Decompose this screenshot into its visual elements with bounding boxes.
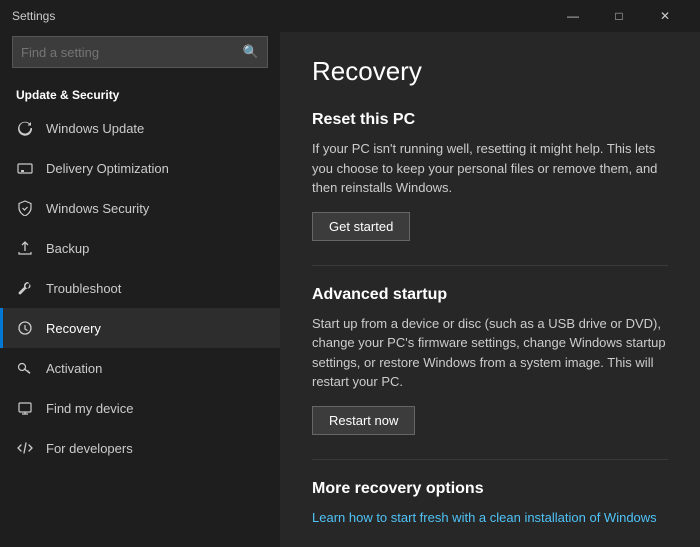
upload-icon [16,239,34,257]
sidebar-item-delivery-optimization[interactable]: Delivery Optimization [0,148,280,188]
window-controls: — □ ✕ [550,0,688,32]
sidebar-item-troubleshoot[interactable]: Troubleshoot [0,268,280,308]
sidebar-item-windows-security[interactable]: Windows Security [0,188,280,228]
section-label: Update & Security [0,80,280,108]
sidebar-item-label: Find my device [46,401,133,416]
sidebar-item-label: Troubleshoot [46,281,121,296]
app-body: 🔍 Update & Security Windows Update Deliv… [0,32,700,547]
search-input[interactable] [21,45,243,60]
sidebar-item-label: Activation [46,361,102,376]
recovery-icon [16,319,34,337]
sidebar: 🔍 Update & Security Windows Update Deliv… [0,32,280,547]
reset-section: Reset this PC If your PC isn't running w… [312,111,668,265]
dev-icon [16,439,34,457]
content-area: Recovery Reset this PC If your PC isn't … [280,32,700,547]
maximize-button[interactable]: □ [596,0,642,32]
sidebar-item-recovery[interactable]: Recovery [0,308,280,348]
sidebar-item-label: Backup [46,241,89,256]
sidebar-item-windows-update[interactable]: Windows Update [0,108,280,148]
delivery-icon [16,159,34,177]
sidebar-item-find-my-device[interactable]: Find my device [0,388,280,428]
sidebar-item-label: For developers [46,441,133,456]
minimize-button[interactable]: — [550,0,596,32]
reset-section-desc: If your PC isn't running well, resetting… [312,139,668,198]
sidebar-item-label: Windows Security [46,201,149,216]
divider-2 [312,459,668,460]
sidebar-item-label: Recovery [46,321,101,336]
reset-section-title: Reset this PC [312,111,668,129]
get-started-button[interactable]: Get started [312,212,410,241]
shield-icon [16,199,34,217]
device-icon [16,399,34,417]
refresh-icon [16,119,34,137]
key-icon [16,359,34,377]
divider-1 [312,265,668,266]
sidebar-item-label: Delivery Optimization [46,161,169,176]
app-title: Settings [12,9,55,23]
sidebar-item-activation[interactable]: Activation [0,348,280,388]
close-button[interactable]: ✕ [642,0,688,32]
sidebar-item-for-developers[interactable]: For developers [0,428,280,468]
sidebar-item-backup[interactable]: Backup [0,228,280,268]
more-options-section: More recovery options Learn how to start… [312,480,668,525]
clean-install-link[interactable]: Learn how to start fresh with a clean in… [312,510,668,525]
restart-now-button[interactable]: Restart now [312,406,415,435]
advanced-startup-desc: Start up from a device or disc (such as … [312,314,668,392]
search-box[interactable]: 🔍 [12,36,268,68]
search-icon: 🔍 [243,44,259,60]
title-bar: Settings — □ ✕ [0,0,700,32]
advanced-startup-section: Advanced startup Start up from a device … [312,286,668,459]
sidebar-item-label: Windows Update [46,121,144,136]
advanced-startup-title: Advanced startup [312,286,668,304]
more-options-title: More recovery options [312,480,668,498]
wrench-icon [16,279,34,297]
page-title: Recovery [312,56,668,87]
